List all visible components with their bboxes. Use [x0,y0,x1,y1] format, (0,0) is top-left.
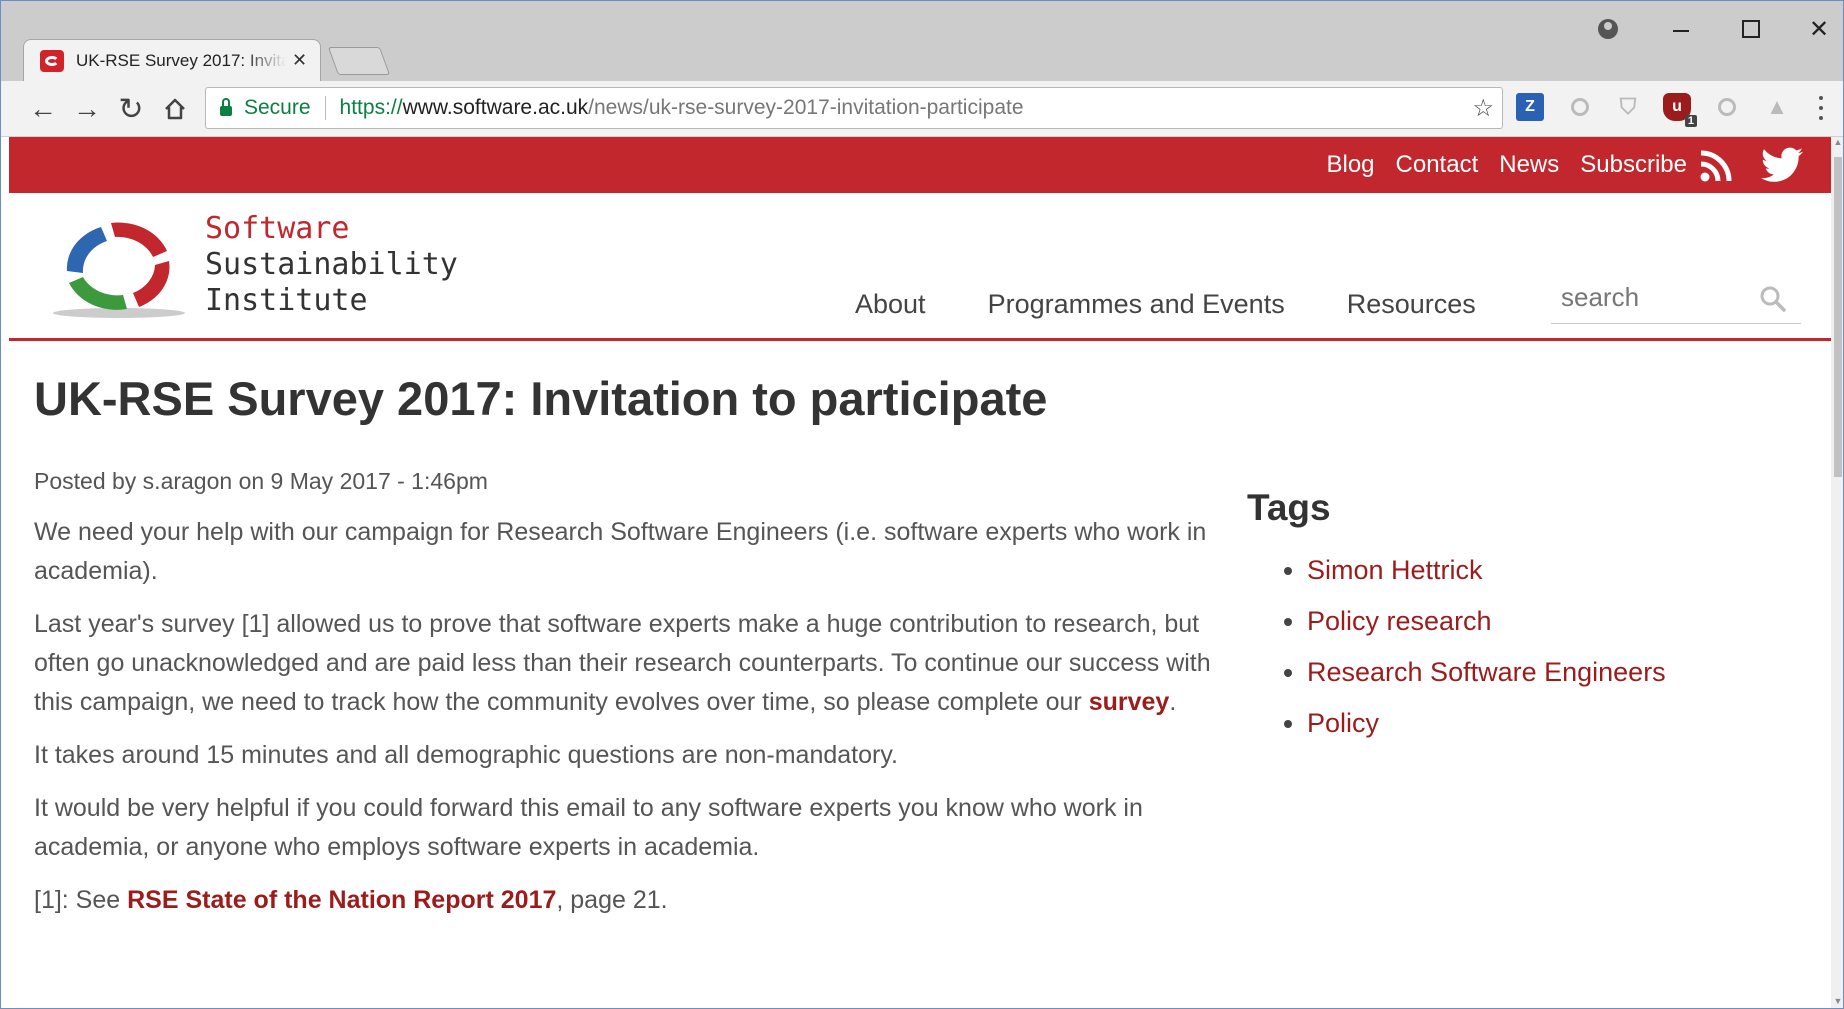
url-host: www.software.ac.uk [402,96,589,119]
logo-line-2: Sustainability [205,247,458,282]
paragraph-4: It would be very helpful if you could fo… [34,794,1143,861]
tags-heading: Tags [1247,487,1331,528]
tags-sidebar: Tags Simon Hettrick Policy research Rese… [1247,487,1807,759]
lock-icon [220,98,232,116]
footnote-text: [1]: See [34,886,128,914]
drive-icon[interactable]: ▲ [1763,93,1791,121]
nav-resources[interactable]: Resources [1347,289,1476,320]
browser-menu-icon[interactable] [1811,93,1831,123]
tag-item: Policy research [1307,606,1807,637]
bookmark-star-icon[interactable]: ☆ [1472,94,1494,123]
shield-extension-icon[interactable]: ⛉ [1614,93,1642,121]
site-logo-text[interactable]: Software Sustainability Institute [205,211,458,319]
scroll-thumb[interactable] [1834,157,1842,477]
top-link-blog[interactable]: Blog [1326,151,1374,179]
page-scrollbar[interactable]: ▲ ▼ [1831,137,1843,1008]
page-title: UK-RSE Survey 2017: Invitation to partic… [34,372,1048,425]
tag-link-research-software-engineers[interactable]: Research Software Engineers [1307,657,1666,687]
tag-item: Simon Hettrick [1307,555,1807,586]
ssi-logo-icon[interactable] [39,211,199,321]
circle-extension-icon[interactable] [1566,93,1594,121]
home-icon[interactable] [157,91,193,127]
article: UK-RSE Survey 2017: Invitation to partic… [34,371,1214,934]
tag-list: Simon Hettrick Policy research Research … [1247,555,1807,739]
tab-close-icon[interactable]: ✕ [292,50,307,71]
url-path: /news/uk-rse-survey-2017-invitation-part… [588,96,1024,119]
favicon-icon [40,49,64,72]
maximize-button[interactable] [1733,13,1769,45]
post-meta: Posted by s.aragon on 9 May 2017 - 1:46p… [34,468,488,494]
site-header: Software Sustainability Institute About … [9,193,1831,341]
scroll-down-icon[interactable]: ▼ [1831,996,1843,1008]
new-tab-button[interactable] [327,47,391,75]
nav-about[interactable]: About [855,289,926,320]
tag-link-simon-hettrick[interactable]: Simon Hettrick [1307,555,1483,585]
browser-toolbar: ← → ↻ Secure https://www.software.ac.uk /… [1,81,1843,137]
url-scheme: https:// [339,96,403,119]
close-window-button[interactable]: ✕ [1801,13,1837,45]
top-link-news[interactable]: News [1499,151,1559,179]
minimize-button[interactable] [1663,13,1699,45]
tab-strip: UK-RSE Survey 2017: Invitation to partic… [1,1,1843,81]
paragraph-2-text: Last year's survey [1] allowed us to pro… [34,610,1211,716]
tag-link-policy[interactable]: Policy [1307,708,1379,738]
reload-icon[interactable]: ↻ [113,91,149,127]
search-box [1551,275,1801,324]
top-link-subscribe[interactable]: Subscribe [1580,151,1687,179]
nav-programmes-and-events[interactable]: Programmes and Events [988,289,1285,320]
forward-icon[interactable]: → [69,91,105,127]
scroll-up-icon[interactable]: ▲ [1831,137,1843,151]
footnote-end: , page 21. [556,886,668,914]
paragraph-2-end: . [1169,688,1177,716]
footnote: [1]: See RSE State of the Nation Report … [34,881,1214,920]
address-bar[interactable]: Secure https://www.software.ac.uk/news/u… [205,87,1503,129]
browser-window: UK-RSE Survey 2017: Invitation to partic… [0,0,1844,1009]
logo-line-1: Software [205,211,350,246]
tag-item: Research Software Engineers [1307,657,1807,688]
report-link[interactable]: RSE State of the Nation Report 2017 [127,886,556,914]
paragraph-1: We need your help with our campaign for … [34,518,1207,585]
page-viewport: Blog Contact News Subscribe Software Sus… [9,137,1831,1008]
tag-item: Policy [1307,708,1807,739]
twitter-icon[interactable] [1761,147,1803,183]
paragraph-3: It takes around 15 minutes and all demog… [34,741,898,769]
back-icon[interactable]: ← [25,91,61,127]
logo-line-3: Institute [205,283,368,318]
search-icon[interactable] [1759,285,1787,313]
tag-link-policy-research[interactable]: Policy research [1307,606,1492,636]
c-extension-icon[interactable] [1713,93,1741,121]
secure-label: Secure [244,96,311,119]
tab-title: UK-RSE Survey 2017: Invitation to partic… [76,50,286,70]
search-input[interactable] [1559,281,1753,314]
ublock-badge: 1 [1684,115,1697,127]
rss-icon[interactable] [1699,149,1733,183]
top-link-contact[interactable]: Contact [1396,151,1479,179]
survey-link[interactable]: survey [1089,688,1170,716]
browser-tab[interactable]: UK-RSE Survey 2017: Invitation to partic… [23,39,321,81]
site-top-bar: Blog Contact News Subscribe [9,137,1831,193]
profile-icon[interactable] [1593,13,1623,45]
paragraph-2: Last year's survey [1] allowed us to pro… [34,605,1214,722]
z-extension-icon[interactable]: Z [1516,93,1544,121]
main-nav: About Programmes and Events Resources [855,289,1538,320]
ublock-icon[interactable]: u1 [1663,93,1697,127]
